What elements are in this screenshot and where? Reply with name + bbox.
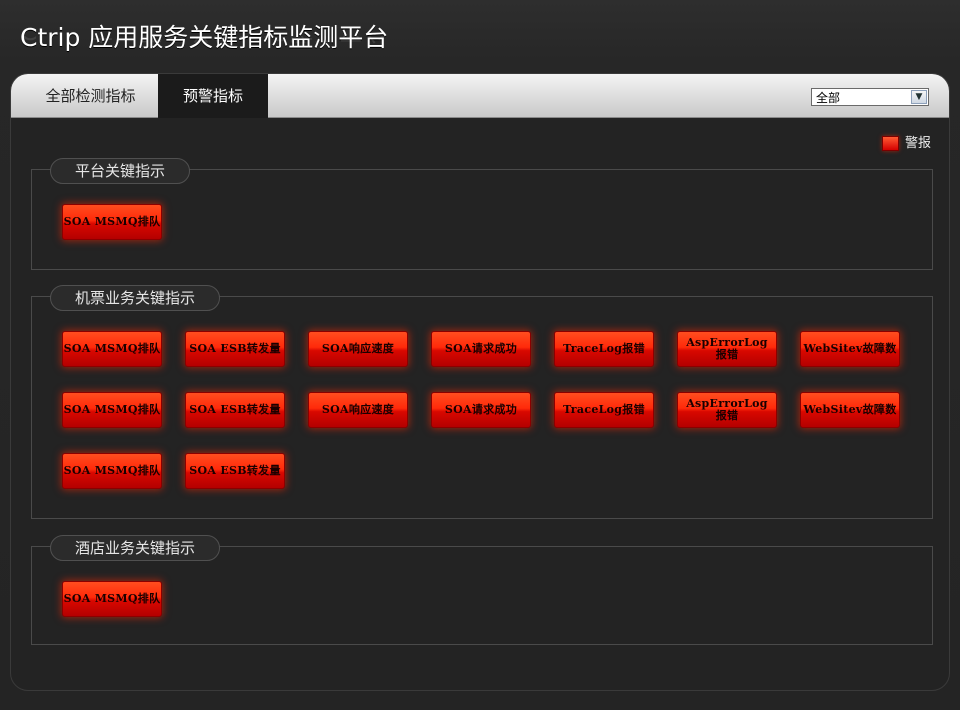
group-flight: 机票业务关键指示 SOA MSMQ排队 SOA ESB转发量 SOA响应速度 SOA请… [31,285,933,519]
group-title: 机票业务关键指示 [50,285,221,311]
tab-all-metrics[interactable]: 全部检测指标 [11,74,158,118]
alarm-indicator-button[interactable]: SOA响应速度 [308,331,408,367]
group-platform: 平台关键指示 SOA MSMQ排队 [31,158,933,270]
alarm-indicator-button[interactable]: WebSitev故障数 [800,392,900,428]
alarm-indicator-button[interactable]: SOA MSMQ排队 [62,331,162,367]
alarm-indicator-button[interactable]: AspErrorLog 报错 [677,392,777,428]
filter-select-value: 全部 [816,91,841,105]
alarm-indicator-button[interactable]: SOA MSMQ排队 [62,392,162,428]
filter-select[interactable]: 全部 ▼ [811,88,929,106]
alarm-indicator-button[interactable]: TraceLog报错 [554,392,654,428]
tab-bar: 全部检测指标 预警指标 全部 ▼ [11,74,949,118]
alarm-indicator-button[interactable]: SOA响应速度 [308,392,408,428]
group-hotel: 酒店业务关键指示 SOA MSMQ排队 [31,535,933,645]
alarm-indicator-button[interactable]: SOA ESB转发量 [185,392,285,428]
main-panel: 全部检测指标 预警指标 全部 ▼ 警报 平台关键指示 SOA MSMQ排队 机票… [10,73,950,691]
app-title-reflection: Ctrip 应用服务关键指标监测平台 [20,36,388,50]
alarm-indicator-button[interactable]: WebSitev故障数 [800,331,900,367]
alarm-indicator-button[interactable]: SOA MSMQ排队 [62,581,162,617]
alarm-indicator-button[interactable]: SOA请求成功 [431,392,531,428]
alarm-swatch-icon [882,136,899,151]
alarm-indicator-button[interactable]: SOA MSMQ排队 [62,204,162,240]
alarm-indicator-button[interactable]: SOA ESB转发量 [185,331,285,367]
alarm-indicator-button[interactable]: SOA请求成功 [431,331,531,367]
group-title: 平台关键指示 [50,158,191,184]
legend-label: 警报 [904,136,931,151]
group-title: 酒店业务关键指示 [50,535,221,561]
alarm-indicator-button[interactable]: TraceLog报错 [554,331,654,367]
chevron-down-icon[interactable]: ▼ [911,90,927,104]
alarm-indicator-button[interactable]: AspErrorLog 报错 [677,331,777,367]
alarm-indicator-button[interactable]: SOA ESB转发量 [185,453,285,489]
tab-warning-metrics[interactable]: 预警指标 [158,74,268,118]
alarm-indicator-button[interactable]: SOA MSMQ排队 [62,453,162,489]
